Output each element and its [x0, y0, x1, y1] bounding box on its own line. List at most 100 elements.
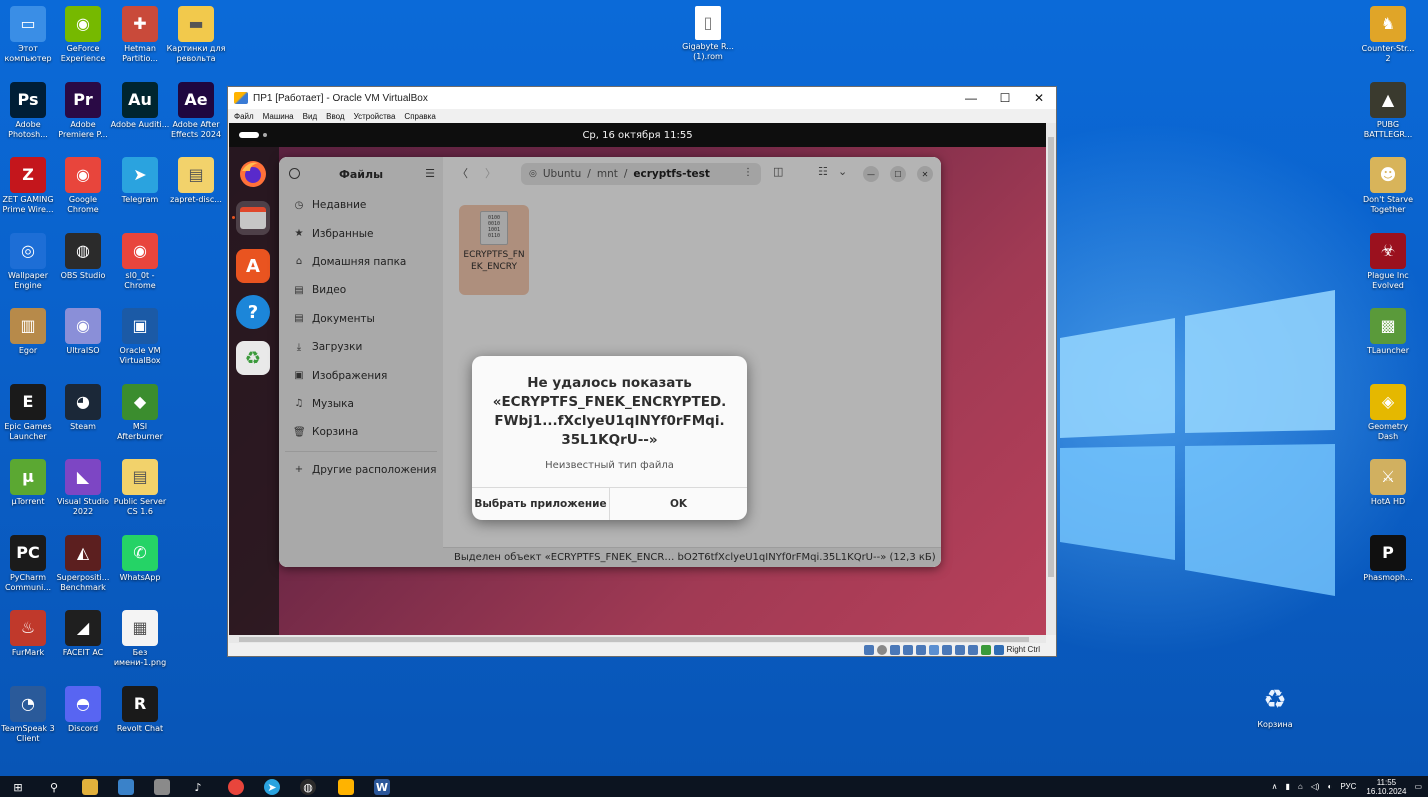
- display-icon[interactable]: [941, 644, 952, 655]
- app-center-icon[interactable]: A: [236, 249, 270, 283]
- rom-file-icon[interactable]: ▯ Gigabyte R... (1).rom: [678, 6, 738, 62]
- desktop-icon[interactable]: ▬ Картинки для револьта: [166, 6, 226, 64]
- chrome-icon[interactable]: [228, 779, 244, 795]
- firefox-icon[interactable]: [236, 157, 270, 191]
- search-icon[interactable]: ⚲: [46, 779, 62, 795]
- desktop-icon[interactable]: ◉ UltraISO: [53, 308, 113, 356]
- desktop-icon[interactable]: ◢ FACEIT AC: [53, 610, 113, 658]
- guest-additions-icon[interactable]: [980, 644, 991, 655]
- word-icon[interactable]: W: [374, 779, 390, 795]
- desktop-icon[interactable]: ➤ Telegram: [110, 157, 170, 205]
- desktop-icon[interactable]: ▤ Public Server CS 1.6: [110, 459, 170, 517]
- desktop-icon[interactable]: Pr Adobe Premiere P...: [53, 81, 113, 140]
- desktop-icon[interactable]: ◆ MSI Afterburner: [110, 383, 170, 442]
- menu-machine[interactable]: Машина: [263, 112, 294, 121]
- usb-icon[interactable]: [915, 644, 926, 655]
- desktop-icon[interactable]: Ps Adobe Photosh...: [0, 81, 58, 140]
- vertical-scrollbar[interactable]: [1046, 123, 1056, 635]
- desktop-icon[interactable]: ♞ Counter-Str... 2: [1358, 6, 1418, 64]
- close-button[interactable]: ✕: [1022, 87, 1056, 109]
- tray-chevron-icon[interactable]: ∧: [1272, 782, 1278, 791]
- vm-display[interactable]: Ср, 16 октября 11:55 A ? ♻ Файлы ☰ ◷ Нед…: [229, 123, 1046, 635]
- desktop-icon[interactable]: ◍ OBS Studio: [53, 232, 113, 281]
- desktop-icon[interactable]: ▥ Egor: [0, 308, 58, 356]
- desktop-icon-label: Google Chrome: [67, 195, 99, 214]
- audio-icon[interactable]: [889, 644, 900, 655]
- start-button-windows-icon[interactable]: ⊞: [10, 779, 26, 795]
- menu-devices[interactable]: Устройства: [354, 112, 396, 121]
- taskbar-clock[interactable]: 11:55 16.10.2024: [1366, 778, 1406, 796]
- desktop-icon[interactable]: E Epic Games Launcher: [0, 383, 58, 442]
- file-explorer-icon[interactable]: [82, 779, 98, 795]
- desktop-icon[interactable]: PC PyCharm Communi...: [0, 534, 58, 593]
- cpu-icon[interactable]: [967, 644, 978, 655]
- desktop-icon[interactable]: ◈ Geometry Dash: [1358, 383, 1418, 442]
- desktop-icon[interactable]: ▭ Этот компьютер: [0, 6, 58, 64]
- scrollbar-thumb[interactable]: [239, 637, 1029, 642]
- desktop-icon[interactable]: µ µTorrent: [0, 459, 58, 507]
- notifications-icon[interactable]: ▭: [1414, 782, 1422, 791]
- shared-folders-icon[interactable]: [928, 644, 939, 655]
- app-icon[interactable]: [154, 779, 170, 795]
- control-panel-icon[interactable]: [118, 779, 134, 795]
- desktop-icon[interactable]: P Phasmoph...: [1358, 534, 1418, 583]
- desktop-icon[interactable]: ◭ Superpositi... Benchmark: [53, 534, 113, 593]
- desktop-icon-label: Без имени-1.png: [113, 648, 167, 667]
- optical-drive-icon[interactable]: [876, 644, 887, 655]
- files-icon[interactable]: [236, 201, 270, 235]
- desktop-icon[interactable]: ✚ Hetman Partitio...: [110, 6, 170, 64]
- hdd-icon[interactable]: [863, 644, 874, 655]
- network-icon[interactable]: [902, 644, 913, 655]
- maximize-button[interactable]: ☐: [988, 87, 1022, 109]
- telegram-icon[interactable]: ➤: [264, 779, 280, 795]
- desktop-icon[interactable]: ♨ FurMark: [0, 610, 58, 658]
- recording-icon[interactable]: [954, 644, 965, 655]
- help-icon[interactable]: ?: [236, 295, 270, 329]
- desktop-icon[interactable]: ▤ zapret-disc...: [166, 157, 226, 205]
- minimize-button[interactable]: —: [954, 87, 988, 109]
- music-app-icon[interactable]: ♪: [190, 779, 206, 795]
- desktop-icon[interactable]: ◕ Steam: [53, 383, 113, 432]
- mouse-integration-icon[interactable]: [993, 644, 1004, 655]
- choose-app-button[interactable]: Выбрать приложение: [472, 488, 610, 520]
- desktop-icon[interactable]: ◓ Discord: [53, 685, 113, 734]
- app-icon: ▲: [1370, 81, 1406, 118]
- obs-icon[interactable]: ◍: [300, 779, 316, 795]
- desktop-icon[interactable]: Au Adobe Auditi...: [110, 81, 170, 130]
- recycle-bin[interactable]: ♻ Корзина: [1245, 682, 1305, 730]
- ubuntu-clock[interactable]: Ср, 16 октября 11:55: [582, 130, 692, 141]
- activities-indicator[interactable]: [239, 132, 259, 138]
- desktop-icon[interactable]: ◉ GeForce Experience: [53, 6, 113, 64]
- desktop-icon-label: µTorrent: [11, 497, 45, 506]
- network-icon[interactable]: ⌂: [1298, 782, 1303, 791]
- desktop-icon[interactable]: ◉ sl0_0t - Chrome: [110, 232, 170, 291]
- volume-icon[interactable]: ◁): [1311, 782, 1320, 791]
- desktop-icon[interactable]: ☣ Plague Inc Evolved: [1358, 232, 1418, 291]
- desktop-icon[interactable]: ◎ Wallpaper Engine: [0, 232, 58, 291]
- desktop-icon[interactable]: ⚔ HotA HD: [1358, 459, 1418, 507]
- desktop-icon[interactable]: Ae Adobe After Effects 2024: [166, 81, 226, 140]
- desktop-icon[interactable]: ▩ TLauncher: [1358, 308, 1418, 356]
- menu-help[interactable]: Справка: [404, 112, 435, 121]
- menu-view[interactable]: Вид: [303, 112, 317, 121]
- virtualbox-taskbar-icon[interactable]: [338, 779, 354, 795]
- ok-button[interactable]: OK: [610, 488, 747, 520]
- menu-file[interactable]: Файл: [234, 112, 254, 121]
- microphone-icon[interactable]: ◐: [1328, 782, 1333, 791]
- virtualbox-titlebar[interactable]: ПР1 [Работает] - Oracle VM VirtualBox — …: [228, 87, 1056, 109]
- language-indicator[interactable]: РУС: [1340, 782, 1356, 791]
- desktop-icon[interactable]: ▣ Oracle VM VirtualBox: [110, 308, 170, 366]
- desktop-icon[interactable]: ◔ TeamSpeak 3 Client: [0, 685, 58, 744]
- desktop-icon[interactable]: ◉ Google Chrome: [53, 157, 113, 215]
- desktop-icon[interactable]: Z ZET GAMING Prime Wire...: [0, 157, 58, 215]
- desktop-icon[interactable]: ▲ PUBG BATTLEGR...: [1358, 81, 1418, 140]
- desktop-icon[interactable]: ◣ Visual Studio 2022: [53, 459, 113, 517]
- trash-icon[interactable]: ♻: [236, 341, 270, 375]
- desktop-icon[interactable]: R Revolt Chat: [110, 685, 170, 734]
- desktop-icon[interactable]: ▦ Без имени-1.png: [110, 610, 170, 668]
- desktop-icon[interactable]: ✆ WhatsApp: [110, 534, 170, 583]
- menu-input[interactable]: Ввод: [326, 112, 344, 121]
- desktop-icon[interactable]: ☻ Don't Starve Together: [1358, 157, 1418, 215]
- scrollbar-thumb[interactable]: [1048, 137, 1054, 577]
- tray-app-icon[interactable]: ▮: [1285, 782, 1289, 791]
